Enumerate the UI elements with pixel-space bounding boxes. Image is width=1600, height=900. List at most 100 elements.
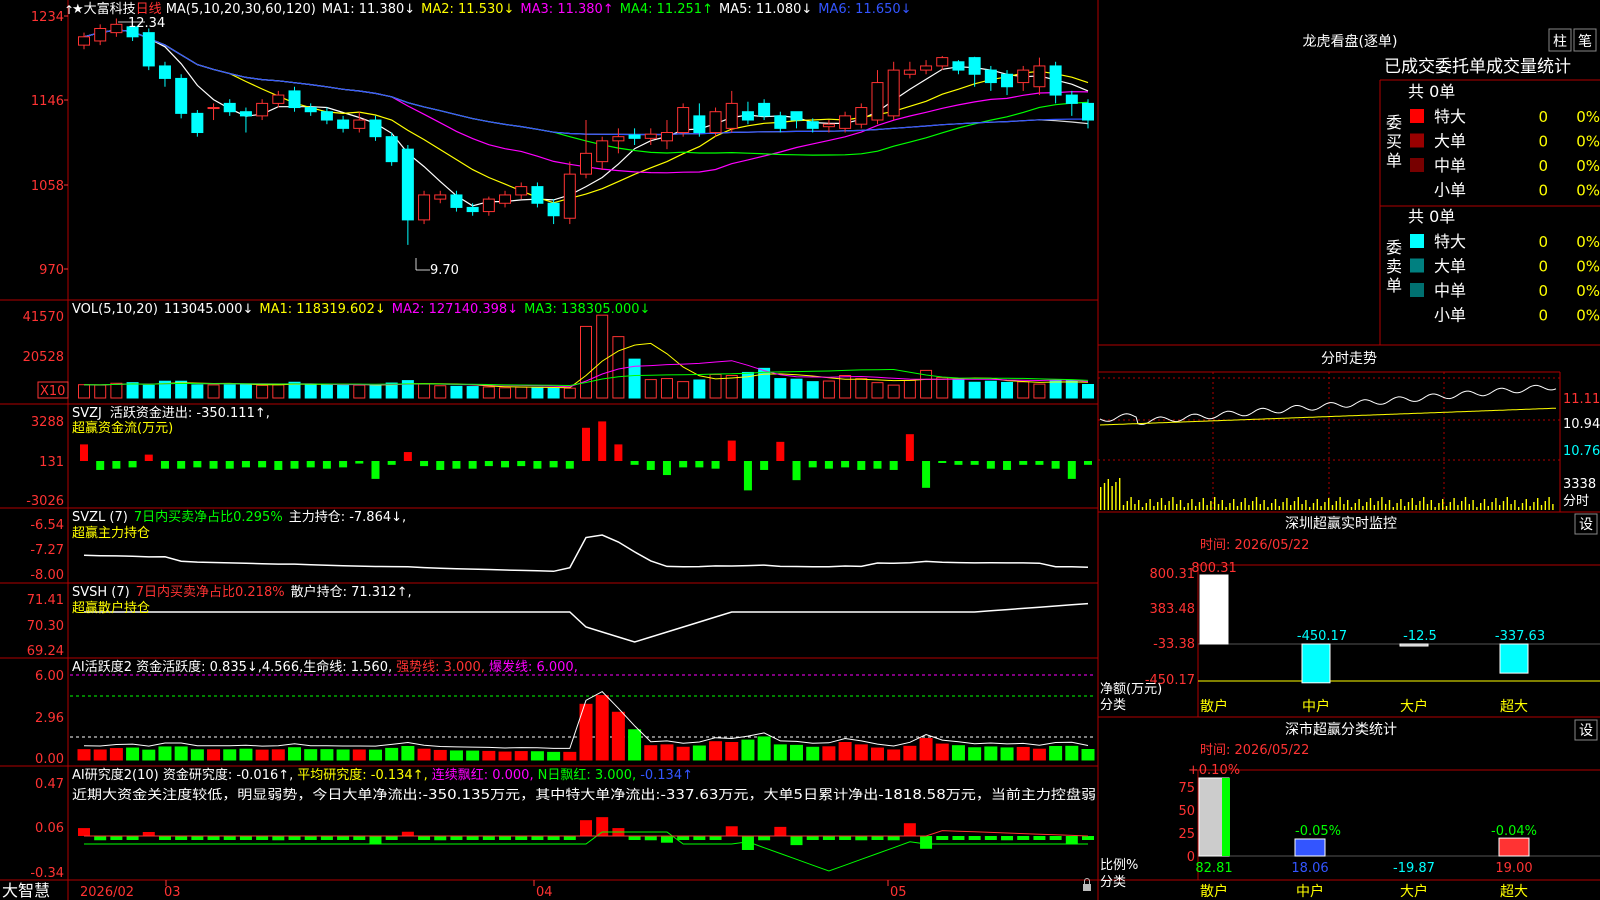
date-axis-start: 2026/02 [80,885,134,900]
research-bar [693,836,706,840]
vol-value: 113045.000↓ [164,302,253,317]
activity-bar [530,751,544,761]
legend-swatch [1410,133,1424,148]
intraday-vol-bar [1400,499,1402,510]
research-bar [1033,836,1046,840]
volume-bar [952,379,965,399]
flow-bar [225,461,234,469]
order-pct: 0% [1576,282,1600,300]
vol-tick: 20528 [23,350,64,365]
svzl-tick: -7.27 [30,543,64,558]
stock-chart-canvas: 1234 1146 1058 970 12.34 9.70 ↑ ★大富科技日线 M… [0,0,1600,900]
order-count: 0 [1538,133,1548,151]
intraday-vol-bar [1540,505,1543,510]
svsh-label2: 散户持仓: 71.312↑, [291,584,412,600]
research-bar [547,836,560,840]
intraday-vol-bar [1236,506,1239,510]
ai-act-label: AI活跃度2 资金活跃度: 0.835↓,4.566,生命线: 1.560, [72,659,392,675]
price-tick: 1234 [31,10,64,25]
candle-body [385,136,398,163]
svg-text:AI研究度2(10) 资金研究度: -0.016↑,平均研究: AI研究度2(10) 资金研究度: -0.016↑, 平均研究度: -0.134↑… [72,767,693,783]
flow-bar [387,461,396,465]
intraday-vol-bar [1160,498,1163,510]
stats-bottom-label: 19.00 [1495,861,1532,876]
intraday-vol-bar [1153,506,1155,510]
intraday-vol-bar [1510,504,1512,510]
activity-bar [806,746,820,761]
star-icon[interactable]: ★ [72,2,84,17]
intraday-vol-bar [1396,503,1398,510]
volume-bar [369,384,382,399]
research-bar [628,836,641,840]
monitor-panel: 深圳超赢实时监控 设 时间: 2026/05/22 800.31 383.48 … [1100,513,1600,715]
volume-bar [482,386,495,399]
candle-body [709,111,722,134]
flow-bar [565,461,574,469]
ma6-value: MA6: 11.650↓ [818,2,911,17]
monitor-bar-label: -12.5 [1403,629,1437,644]
activity-bar [563,751,577,761]
category-label: 散户 [1200,698,1228,715]
intraday-vol-bar [1149,499,1151,510]
intraday-vol-bar [1354,503,1356,510]
intraday-vol-bar [1312,503,1315,510]
candle-body [142,32,155,67]
activity-bar [514,751,528,761]
flow-bar [743,461,752,491]
volume-bar [628,358,641,399]
flow-bar [144,454,153,461]
flow-bar [96,461,105,470]
lock-icon[interactable] [1083,884,1091,891]
stats-title: 深市超赢分类统计 [1285,721,1397,738]
volume-bar [239,383,252,399]
volume-bar [1049,380,1062,399]
monitor-bar [1399,643,1429,647]
flow-bar [533,461,542,469]
period-label[interactable]: 日线 [136,2,162,17]
activity-bar [773,744,787,761]
svg-text:AI活跃度2 资金活跃度: 0.835↓,4.566,生命线: AI活跃度2 资金活跃度: 0.835↓,4.566,生命线: 1.560, 强势… [72,659,578,675]
ma-header: MA(5,10,20,30,60,120) [166,2,316,17]
research-bar [482,836,495,840]
vol-ma3: MA3: 138305.000↓ [524,302,650,317]
volume-bar [677,381,690,399]
svzl-title: SVZL (7) [72,510,128,525]
ma2-value: MA2: 11.530↓ [421,2,514,17]
activity-bar [174,746,188,761]
candle-body [353,119,366,129]
intraday-vol-bar [1525,499,1527,510]
candle-body [1017,69,1030,84]
intraday-vol-bar [1210,501,1212,510]
flow-bar [193,461,202,468]
research-bar [660,836,673,843]
activity-bar [887,749,901,761]
svsh-label1: 7日内买卖净占比0.218% [136,584,285,600]
flow-bar [241,461,250,468]
flow-bar [1019,461,1028,465]
candle-body [531,186,544,204]
intraday-vol-bar [1103,483,1106,510]
category-label: 大户 [1400,883,1428,900]
svzj-tick: -3026 [26,494,64,509]
intraday-vol-bar [1461,501,1463,510]
research-bar [725,826,738,836]
activity-bar [676,746,690,761]
ma1-value: MA1: 11.380↓ [322,2,415,17]
activity-bar [288,747,302,761]
stats-top-label: -0.04% [1491,824,1537,839]
intraday-vol-bar [1301,504,1303,510]
volume-bar [515,386,528,399]
intraday-tick: 10.76 [1563,444,1600,459]
candle-body [320,111,333,121]
research-bar [401,831,414,836]
candle-body [596,140,609,163]
flow-bar [776,441,785,461]
volume-bar [418,383,431,399]
ai-act-tick: 2.96 [35,711,64,726]
candle-body [758,102,771,117]
intraday-vol-bar [1290,505,1292,510]
volume-bar [223,384,236,399]
activity-bar [336,749,350,761]
intraday-vol-bar [1176,504,1178,510]
volume-bar [434,385,447,399]
